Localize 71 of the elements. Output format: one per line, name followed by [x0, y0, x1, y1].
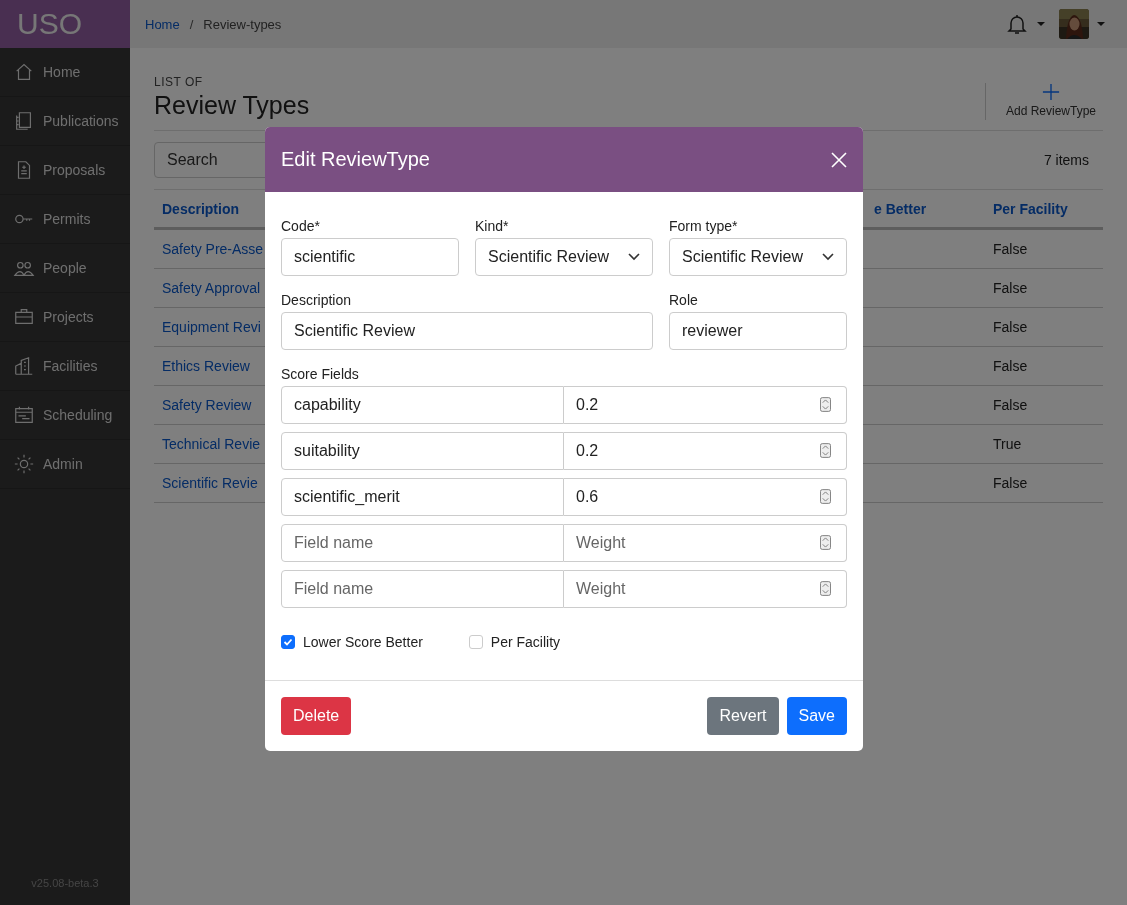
field-label: Kind*: [475, 218, 510, 234]
table-cell-text: False: [992, 358, 1029, 374]
column-header[interactable]: Description: [154, 200, 265, 217]
stepper-icon[interactable]: [820, 489, 831, 504]
nav-icon: [13, 453, 35, 475]
table-link[interactable]: Safety Pre-Asse: [154, 241, 265, 257]
chevron-down-icon: [822, 253, 834, 261]
caret-icon[interactable]: [1037, 21, 1045, 27]
table-link[interactable]: Safety Review: [154, 397, 265, 413]
add-button[interactable]: Add ReviewType: [984, 83, 1103, 120]
weight-input[interactable]: Weight: [564, 524, 847, 562]
checkbox[interactable]: [281, 635, 295, 649]
select-field[interactable]: Scientific Review: [669, 238, 847, 276]
item-count: 7 items: [1043, 152, 1089, 168]
table-link[interactable]: Scientific Revie: [154, 475, 265, 491]
table-cell-text: False: [992, 475, 1029, 491]
table-link[interactable]: Ethics Review: [154, 358, 265, 374]
page-title: Review Types: [154, 91, 310, 120]
table-cell-text: False: [992, 280, 1029, 296]
page-overline: LIST OF: [154, 75, 204, 89]
checkbox-label[interactable]: Lower Score Better: [303, 634, 423, 650]
notification-bell-icon[interactable]: [1005, 12, 1029, 36]
field-label: Form type*: [669, 218, 739, 234]
field-name-input[interactable]: capability: [281, 386, 564, 424]
stepper-icon[interactable]: [820, 397, 831, 412]
nav-icon: [13, 404, 35, 426]
app-logo[interactable]: USO: [0, 0, 130, 48]
checkbox-label[interactable]: Per Facility: [490, 634, 561, 650]
input-field[interactable]: Scientific Review: [281, 312, 653, 350]
column-header[interactable]: e Better: [866, 200, 985, 217]
input-field[interactable]: reviewer: [669, 312, 847, 350]
stepper-icon[interactable]: [820, 443, 831, 458]
field-label: Role: [669, 292, 699, 308]
delete-button[interactable]: Delete: [281, 697, 352, 735]
column-header[interactable]: Per Facility: [985, 200, 1103, 217]
select-field[interactable]: Scientific Review: [475, 238, 653, 276]
stepper-icon[interactable]: [820, 535, 831, 550]
table-cell-text: False: [992, 397, 1029, 413]
field-label: Score Fields: [281, 366, 360, 382]
field-name-input[interactable]: scientific_merit: [281, 478, 564, 516]
field-name-input[interactable]: Field name: [281, 524, 564, 562]
caret-icon[interactable]: [1097, 21, 1105, 27]
revert-button[interactable]: Revert: [707, 697, 779, 735]
table-cell-text: False: [992, 319, 1029, 335]
nav-icon: [13, 355, 35, 377]
weight-input[interactable]: 0.2: [564, 386, 847, 424]
dialog-title: Edit ReviewType: [281, 148, 430, 171]
close-icon[interactable]: [831, 151, 847, 168]
field-name-input[interactable]: suitability: [281, 432, 564, 470]
field-label: Code*: [281, 218, 321, 234]
table-link[interactable]: Safety Approval: [154, 280, 265, 296]
weight-input[interactable]: 0.6: [564, 478, 847, 516]
checkbox[interactable]: [468, 635, 483, 649]
save-button[interactable]: Save: [786, 697, 847, 735]
weight-input[interactable]: 0.2: [564, 432, 847, 470]
table-cell-text: False: [992, 241, 1029, 257]
checkmark-icon: [282, 636, 294, 648]
table-cell-text: True: [992, 436, 1023, 452]
table-link[interactable]: Equipment Revi: [154, 319, 265, 335]
input-field[interactable]: scientific: [281, 238, 459, 276]
breadcrumb-separator: /: [189, 16, 194, 32]
nav-icon: [13, 61, 35, 83]
breadcrumb-link[interactable]: Home: [145, 16, 180, 32]
breadcrumb-current[interactable]: Review-types: [203, 16, 282, 32]
stepper-icon[interactable]: [820, 581, 831, 596]
weight-input[interactable]: Weight: [564, 570, 847, 608]
table-link[interactable]: Technical Revie: [154, 436, 265, 452]
field-name-input[interactable]: Field name: [281, 570, 564, 608]
field-label: Description: [281, 292, 353, 308]
chevron-down-icon: [628, 253, 640, 261]
plus-icon: [1041, 83, 1060, 101]
